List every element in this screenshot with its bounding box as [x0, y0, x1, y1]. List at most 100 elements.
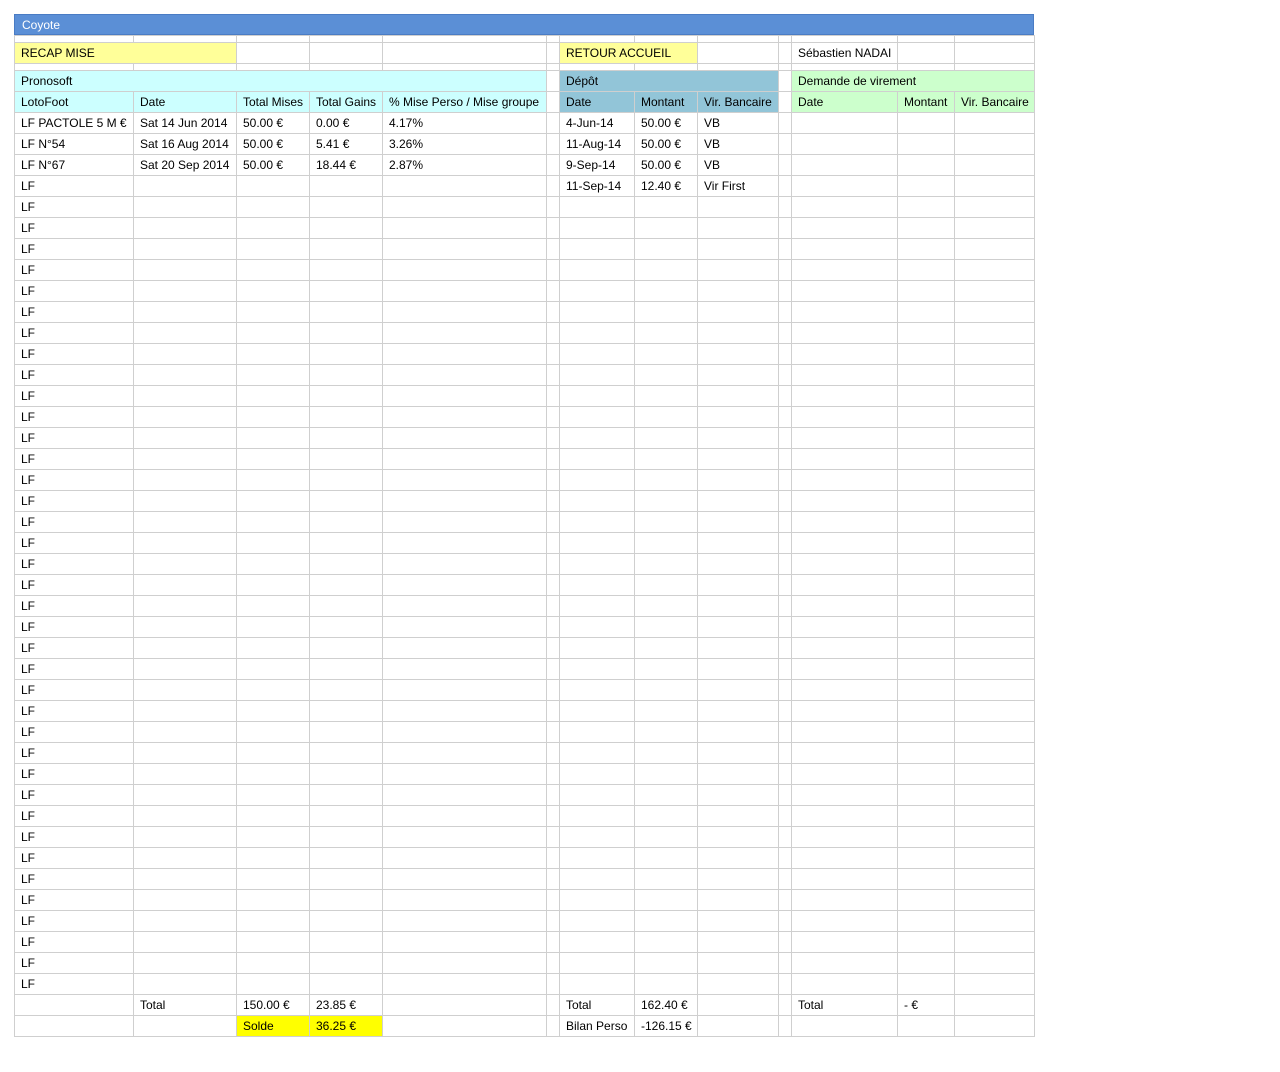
- date-cell[interactable]: [133, 721, 237, 743]
- depot-montant-cell[interactable]: [634, 490, 698, 512]
- depot-montant-cell[interactable]: [634, 826, 698, 848]
- vir-bancaire-cell[interactable]: [954, 532, 1035, 554]
- vir-bancaire-cell[interactable]: [954, 196, 1035, 218]
- pct-cell[interactable]: [382, 973, 547, 995]
- vir-bancaire-cell[interactable]: [954, 616, 1035, 638]
- date-cell[interactable]: [133, 595, 237, 617]
- total-mises-cell[interactable]: [236, 427, 310, 449]
- pct-cell[interactable]: [382, 910, 547, 932]
- depot-date-cell[interactable]: [559, 196, 635, 218]
- depot-vir-cell[interactable]: [697, 511, 779, 533]
- total-gains-cell[interactable]: [309, 406, 383, 428]
- vir-date-cell[interactable]: [791, 196, 898, 218]
- depot-montant-cell[interactable]: [634, 217, 698, 239]
- depot-vir-cell[interactable]: [697, 742, 779, 764]
- vir-bancaire-cell[interactable]: [954, 175, 1035, 197]
- lotofoot-cell[interactable]: LF: [14, 910, 134, 932]
- vir-bancaire-cell[interactable]: [954, 280, 1035, 302]
- depot-montant-cell[interactable]: [634, 322, 698, 344]
- depot-date-cell[interactable]: [559, 952, 635, 974]
- vir-bancaire-cell[interactable]: [954, 322, 1035, 344]
- depot-vir-cell[interactable]: [697, 406, 779, 428]
- total-mises-cell[interactable]: [236, 490, 310, 512]
- pct-cell[interactable]: [382, 595, 547, 617]
- total-gains-cell[interactable]: 0.00 €: [309, 112, 383, 134]
- depot-date-cell[interactable]: [559, 868, 635, 890]
- depot-montant-cell[interactable]: [634, 196, 698, 218]
- date-cell[interactable]: [133, 931, 237, 953]
- total-mises-cell[interactable]: [236, 343, 310, 365]
- total-mises-cell[interactable]: [236, 280, 310, 302]
- vir-montant-cell[interactable]: [897, 721, 955, 743]
- depot-date-cell[interactable]: 9-Sep-14: [559, 154, 635, 176]
- lotofoot-cell[interactable]: LF N°54: [14, 133, 134, 155]
- vir-montant-cell[interactable]: [897, 238, 955, 260]
- total-gains-cell[interactable]: [309, 343, 383, 365]
- lotofoot-cell[interactable]: LF: [14, 553, 134, 575]
- lotofoot-cell[interactable]: LF: [14, 931, 134, 953]
- pct-cell[interactable]: [382, 637, 547, 659]
- depot-vir-cell[interactable]: [697, 427, 779, 449]
- pct-cell[interactable]: [382, 574, 547, 596]
- depot-vir-cell[interactable]: [697, 469, 779, 491]
- depot-date-cell[interactable]: [559, 553, 635, 575]
- depot-date-cell[interactable]: [559, 385, 635, 407]
- total-gains-cell[interactable]: [309, 868, 383, 890]
- depot-date-cell[interactable]: [559, 406, 635, 428]
- depot-date-cell[interactable]: [559, 343, 635, 365]
- pct-cell[interactable]: [382, 490, 547, 512]
- depot-date-cell[interactable]: [559, 259, 635, 281]
- vir-date-cell[interactable]: [791, 112, 898, 134]
- vir-montant-cell[interactable]: [897, 637, 955, 659]
- depot-date-cell[interactable]: [559, 721, 635, 743]
- depot-vir-cell[interactable]: [697, 973, 779, 995]
- vir-bancaire-cell[interactable]: [954, 784, 1035, 806]
- depot-montant-cell[interactable]: [634, 700, 698, 722]
- depot-montant-cell[interactable]: [634, 721, 698, 743]
- vir-bancaire-cell[interactable]: [954, 217, 1035, 239]
- depot-vir-cell[interactable]: [697, 805, 779, 827]
- depot-vir-cell[interactable]: Vir First: [697, 175, 779, 197]
- lotofoot-cell[interactable]: LF: [14, 847, 134, 869]
- vir-bancaire-cell[interactable]: [954, 448, 1035, 470]
- lotofoot-cell[interactable]: LF: [14, 952, 134, 974]
- lotofoot-cell[interactable]: LF: [14, 595, 134, 617]
- depot-vir-cell[interactable]: [697, 259, 779, 281]
- date-cell[interactable]: [133, 973, 237, 995]
- total-mises-cell[interactable]: [236, 658, 310, 680]
- total-gains-cell[interactable]: 5.41 €: [309, 133, 383, 155]
- pct-cell[interactable]: [382, 280, 547, 302]
- total-mises-cell[interactable]: [236, 700, 310, 722]
- total-gains-cell[interactable]: 18.44 €: [309, 154, 383, 176]
- vir-date-cell[interactable]: [791, 784, 898, 806]
- lotofoot-cell[interactable]: LF PACTOLE 5 M €: [14, 112, 134, 134]
- lotofoot-cell[interactable]: LF: [14, 343, 134, 365]
- lotofoot-cell[interactable]: LF: [14, 427, 134, 449]
- total-gains-cell[interactable]: [309, 721, 383, 743]
- pct-cell[interactable]: [382, 511, 547, 533]
- total-gains-cell[interactable]: [309, 616, 383, 638]
- vir-montant-cell[interactable]: [897, 742, 955, 764]
- lotofoot-cell[interactable]: LF N°67: [14, 154, 134, 176]
- vir-montant-cell[interactable]: [897, 301, 955, 323]
- pct-cell[interactable]: [382, 217, 547, 239]
- depot-montant-cell[interactable]: [634, 742, 698, 764]
- total-gains-cell[interactable]: [309, 301, 383, 323]
- total-gains-cell[interactable]: [309, 280, 383, 302]
- recap-mise-button[interactable]: RECAP MISE: [14, 42, 237, 64]
- lotofoot-cell[interactable]: LF: [14, 679, 134, 701]
- vir-bancaire-cell[interactable]: [954, 574, 1035, 596]
- lotofoot-cell[interactable]: LF: [14, 973, 134, 995]
- total-gains-cell[interactable]: [309, 238, 383, 260]
- date-cell[interactable]: Sat 14 Jun 2014: [133, 112, 237, 134]
- vir-bancaire-cell[interactable]: [954, 658, 1035, 680]
- vir-date-cell[interactable]: [791, 847, 898, 869]
- date-cell[interactable]: [133, 448, 237, 470]
- depot-montant-cell[interactable]: [634, 952, 698, 974]
- depot-vir-cell[interactable]: [697, 847, 779, 869]
- total-gains-cell[interactable]: [309, 196, 383, 218]
- depot-vir-cell[interactable]: [697, 238, 779, 260]
- vir-montant-cell[interactable]: [897, 910, 955, 932]
- solde-value[interactable]: 36.25 €: [309, 1015, 383, 1037]
- depot-vir-cell[interactable]: [697, 952, 779, 974]
